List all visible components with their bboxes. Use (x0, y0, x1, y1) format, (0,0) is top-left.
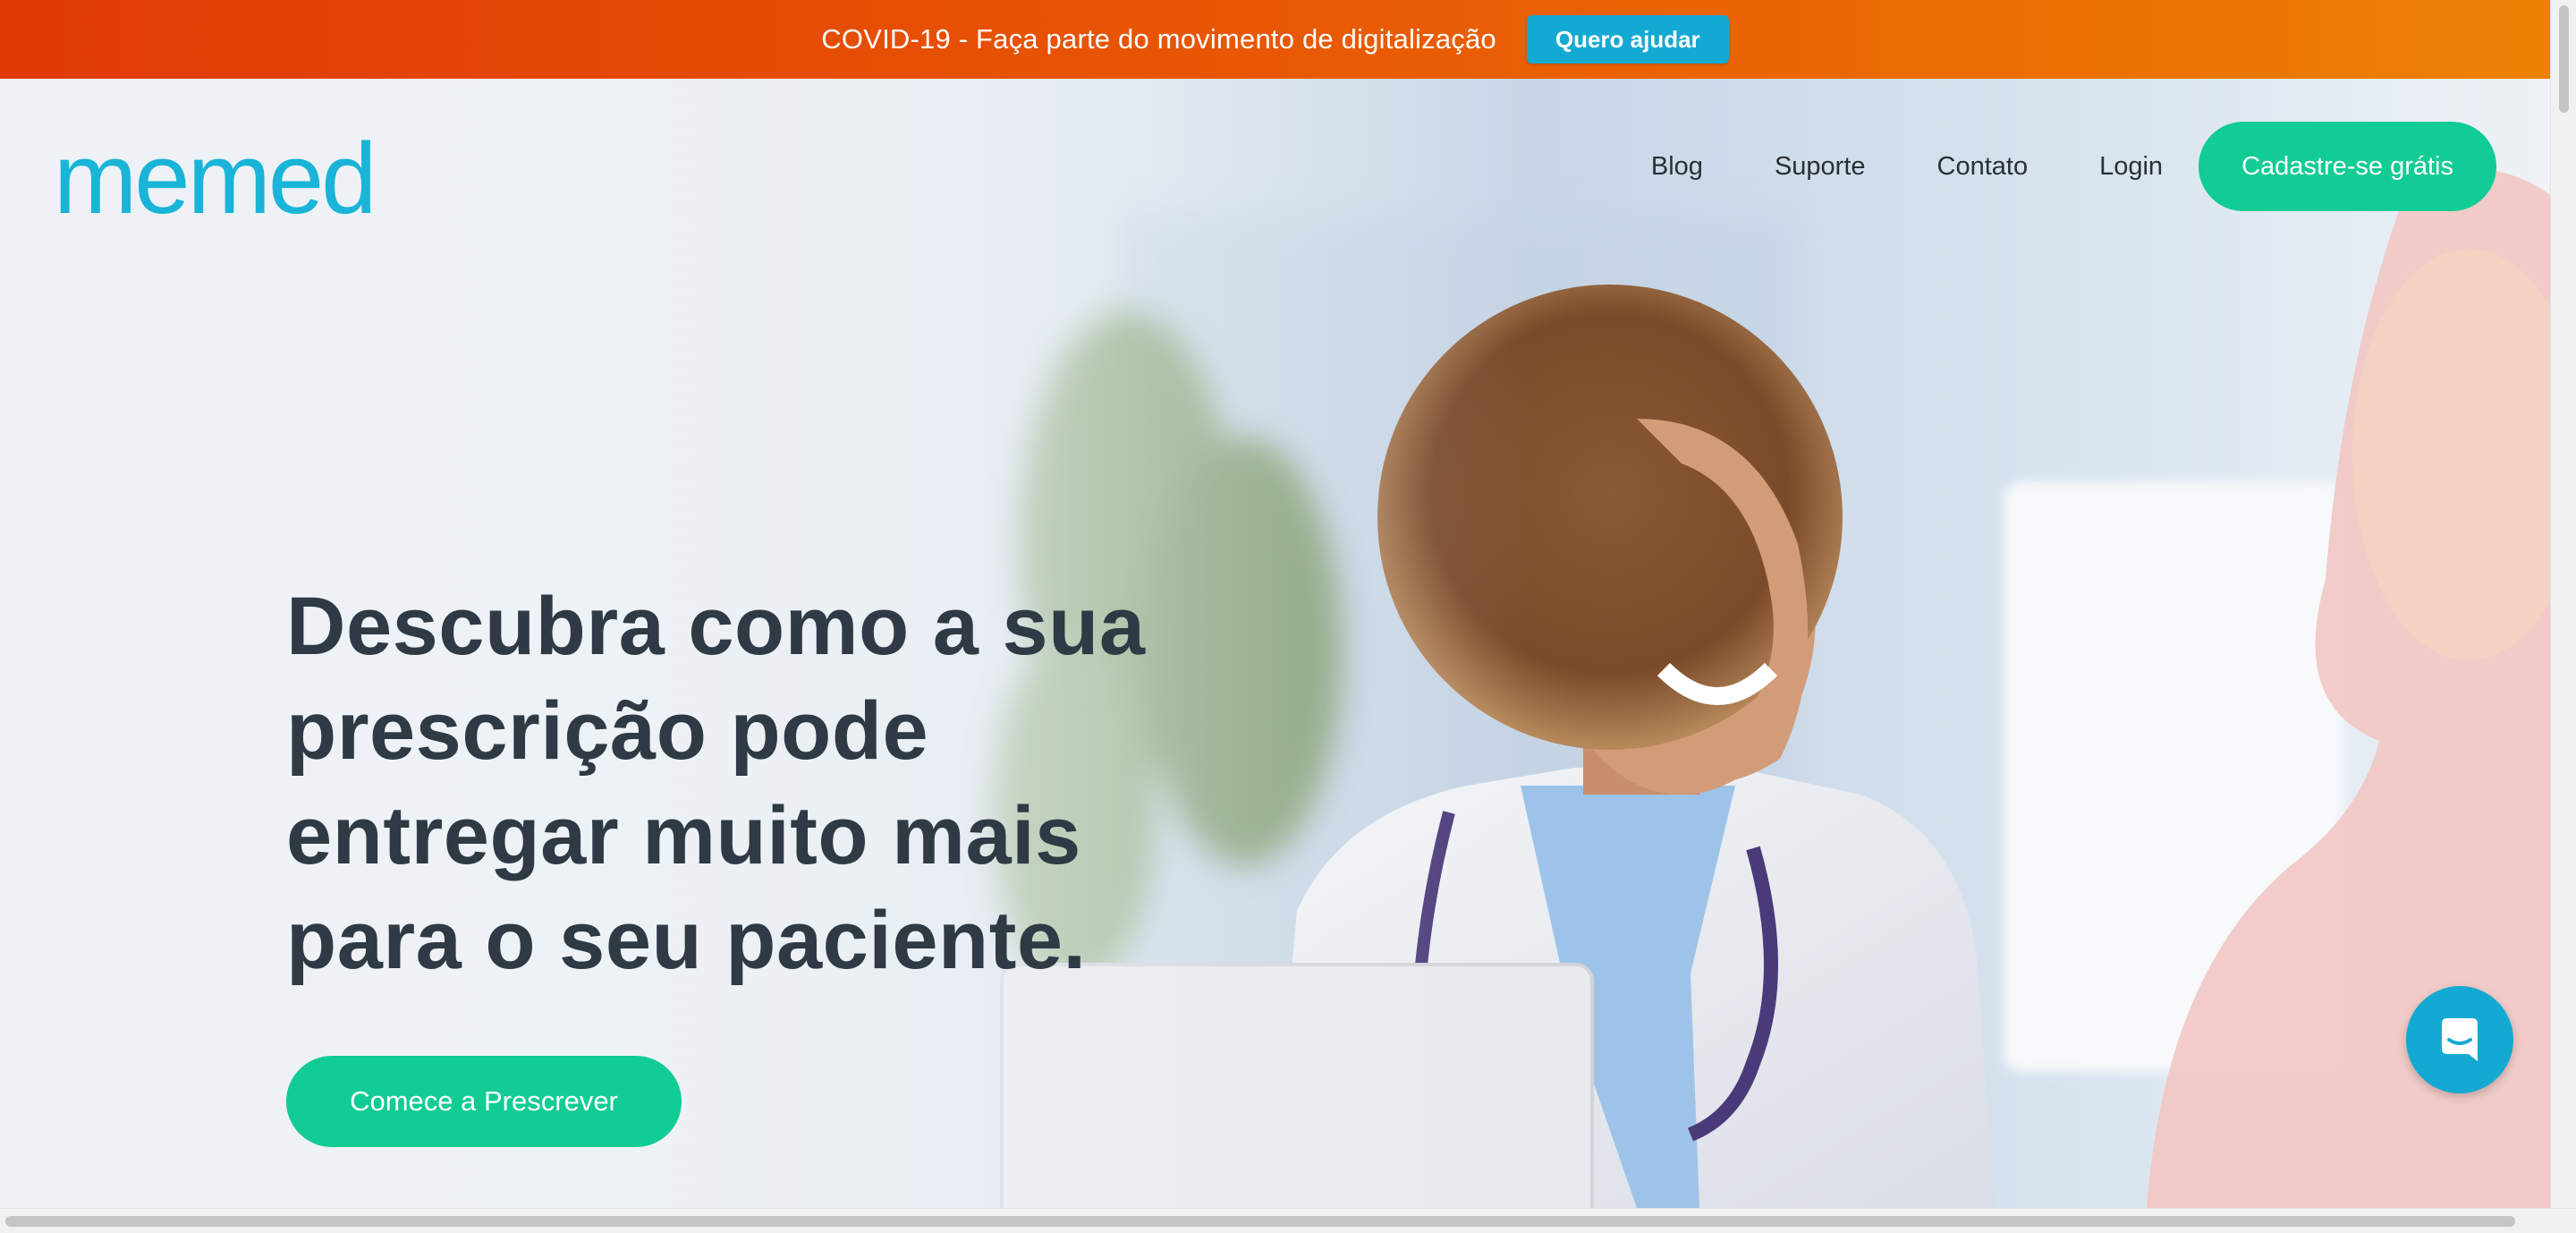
horizontal-scrollbar[interactable] (0, 1208, 2576, 1233)
chat-bubble-icon (2442, 1018, 2478, 1061)
headline-line: Descubra como a sua (286, 581, 1146, 672)
headline-line: prescrição pode (286, 685, 929, 777)
vertical-scrollbar[interactable] (2550, 0, 2576, 1208)
nav-contato[interactable]: Contato (1937, 152, 2029, 182)
headline-line: entregar muito mais (286, 790, 1081, 881)
nav-login[interactable]: Login (2099, 152, 2163, 182)
hero-headline: Descubra como a sua prescrição pode entr… (286, 574, 1181, 993)
comece-a-prescrever-button[interactable]: Comece a Prescrever (286, 1056, 682, 1147)
nav-blog[interactable]: Blog (1651, 152, 1703, 182)
vertical-scroll-thumb[interactable] (2559, 5, 2569, 113)
headline-line: para o seu paciente. (286, 895, 1087, 986)
main-nav: Blog Suporte Contato Login Cadastre-se g… (1651, 122, 2496, 211)
cadastre-se-button[interactable]: Cadastre-se grátis (2199, 122, 2496, 211)
banner-text: COVID-19 - Faça parte do movimento de di… (821, 23, 1496, 55)
nav-suporte[interactable]: Suporte (1775, 152, 1866, 182)
quero-ajudar-button[interactable]: Quero ajudar (1526, 15, 1729, 64)
hero-section: memed Blog Suporte Contato Login Cadastr… (0, 79, 2550, 1208)
chat-launcher-button[interactable] (2406, 986, 2513, 1093)
memed-logo[interactable]: memed (54, 129, 377, 229)
horizontal-scroll-thumb[interactable] (5, 1216, 2515, 1227)
covid-banner: COVID-19 - Faça parte do movimento de di… (0, 0, 2550, 79)
